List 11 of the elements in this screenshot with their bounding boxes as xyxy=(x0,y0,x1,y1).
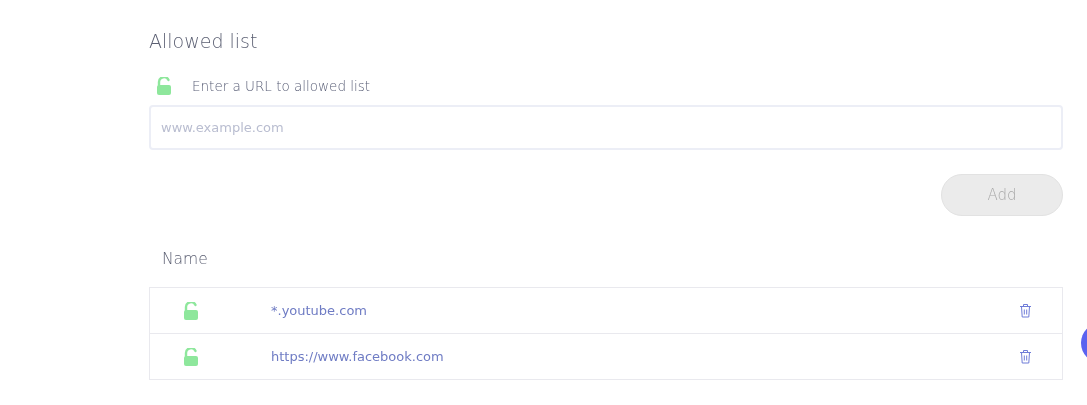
delete-icon[interactable] xyxy=(1019,349,1032,364)
column-header: Name xyxy=(161,249,209,269)
section-title: Allowed list xyxy=(149,29,259,53)
unlocked-padlock-icon xyxy=(156,77,172,95)
table-cell: https://www.facebook.com xyxy=(271,349,444,364)
delete-icon[interactable] xyxy=(1019,303,1032,318)
unlocked-padlock-icon xyxy=(183,347,199,366)
table-cell: *.youtube.com xyxy=(271,303,367,318)
unlocked-padlock-icon xyxy=(183,301,199,320)
field-label: Enter a URL to allowed list xyxy=(192,78,371,94)
url-input-field[interactable]: www.example.com xyxy=(149,105,1063,150)
